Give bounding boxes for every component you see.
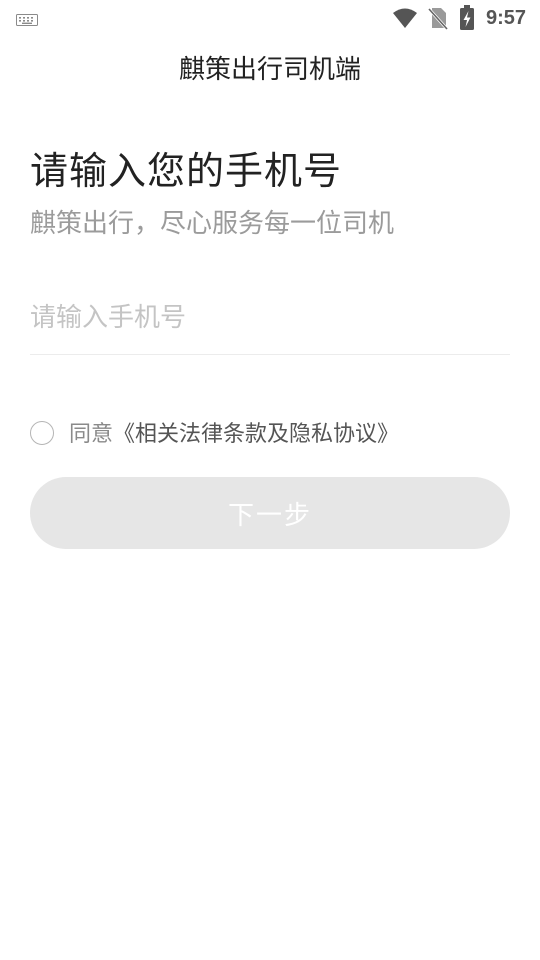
- phone-input[interactable]: [30, 296, 510, 340]
- agreement-link[interactable]: 《相关法律条款及隐私协议》: [113, 422, 399, 447]
- status-bar: 9:57: [0, 0, 540, 36]
- page-title: 麒策出行司机端: [178, 55, 361, 85]
- input-divider: [30, 354, 510, 355]
- agreement-prefix: 同意: [69, 422, 114, 447]
- next-button[interactable]: 下一步: [30, 477, 510, 549]
- headline: 请输入您的手机号: [30, 149, 343, 193]
- no-sim-icon: [427, 6, 449, 31]
- wifi-icon: [392, 7, 418, 29]
- status-time: 9:57: [486, 7, 527, 29]
- battery-charging-icon: [459, 5, 475, 31]
- agreement-checkbox[interactable]: [30, 421, 54, 445]
- keyboard-icon: [16, 11, 38, 26]
- subheadline: 麒策出行，尽心服务每一位司机: [30, 209, 395, 239]
- agreement-row: 同意《相关法律条款及隐私协议》: [69, 420, 399, 450]
